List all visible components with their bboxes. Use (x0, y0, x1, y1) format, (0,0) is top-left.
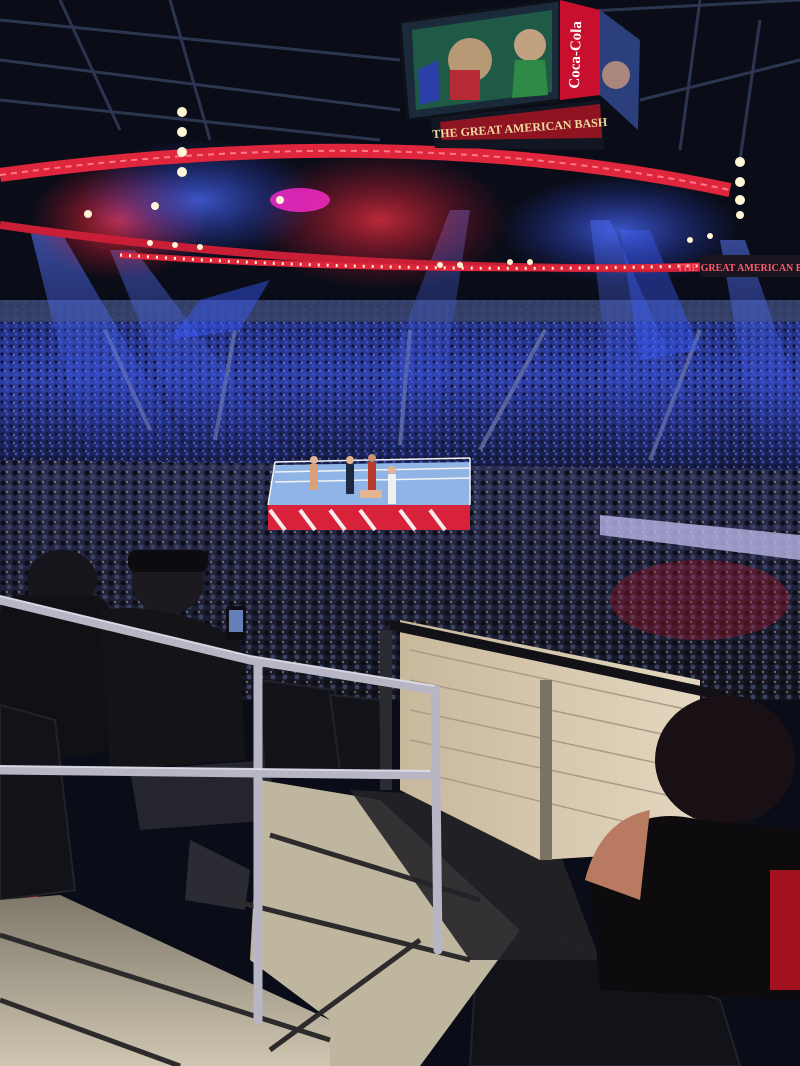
coca-cola-logo: Coca-Cola (567, 20, 585, 89)
banner-side-text: THE GREAT AMERICAN BASH (677, 263, 800, 274)
arena-scene: Coca-Cola THE GREAT AMERICAN BASH THE GR… (0, 0, 800, 1066)
wrestling-ring (267, 454, 471, 532)
jumbotron: Coca-Cola THE GREAT AMERICAN BASH (398, 0, 640, 150)
arena-photo: Coca-Cola THE GREAT AMERICAN BASH THE GR… (0, 0, 800, 1066)
baseball-cap (128, 550, 208, 572)
